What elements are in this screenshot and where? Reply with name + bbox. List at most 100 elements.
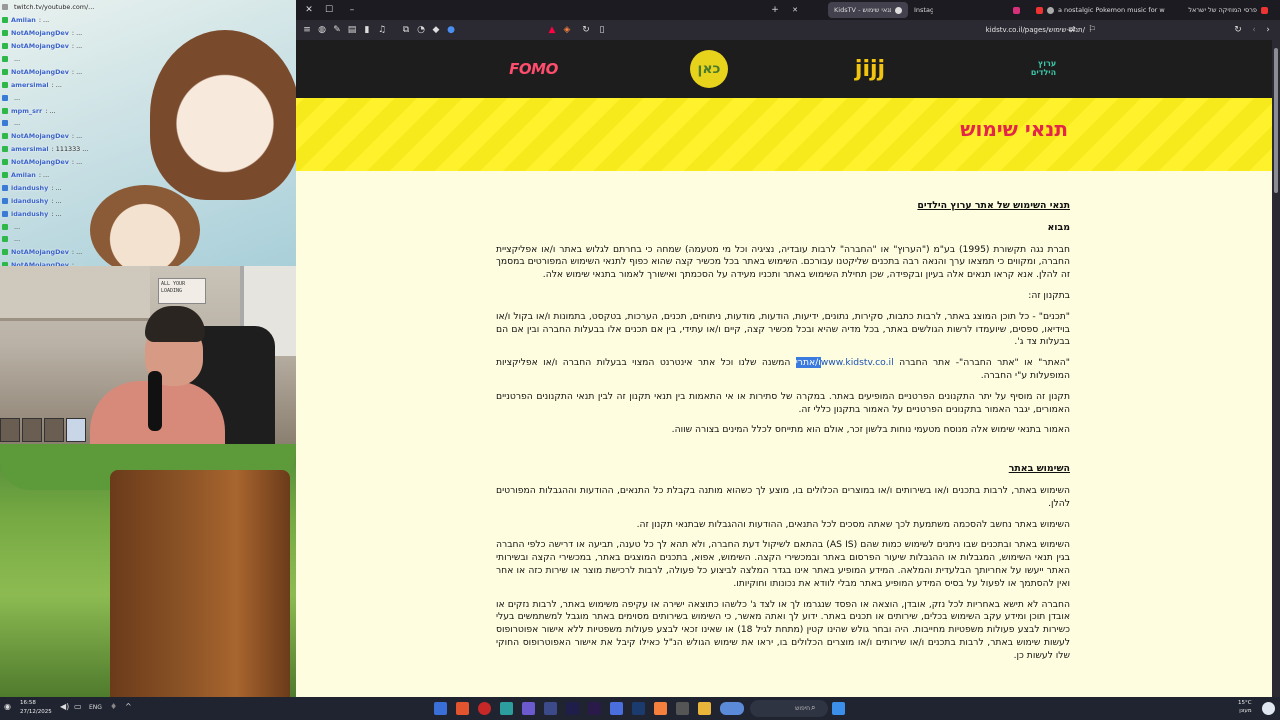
widget-icon[interactable] (720, 702, 744, 715)
chat-badge-icon (2, 184, 8, 191)
chat-username[interactable]: amersimal (11, 145, 49, 153)
chat-username[interactable]: NotAMojangDev (11, 132, 69, 140)
music-icon[interactable]: ♫ (376, 24, 388, 36)
clock-date: 27/12/2025 (20, 709, 52, 715)
forward-icon[interactable]: ‹ (1248, 24, 1260, 36)
chat-username[interactable]: idandushy (11, 210, 48, 218)
selected-text: ו/אתרי (795, 357, 821, 369)
chat-text: ... (14, 119, 21, 128)
translate-icon[interactable]: ⇄ (1066, 24, 1078, 36)
chat-message: ... (0, 117, 296, 130)
scrollbar-thumb[interactable] (1274, 48, 1278, 193)
network-icon[interactable]: ▭ (74, 702, 87, 715)
notification-icon[interactable]: ◉ (4, 702, 17, 715)
chat-username[interactable]: mpm_srr (11, 107, 42, 115)
chat-message: Amilan: ... (0, 169, 296, 182)
chat-username[interactable]: Amilan (11, 16, 36, 24)
tab-pokemon-music[interactable]: a nostalgic Pokemon music for w (1026, 2, 1176, 18)
app-icon[interactable] (500, 702, 513, 715)
chat-username[interactable]: NotAMojangDev (11, 248, 69, 256)
app-icon[interactable] (610, 702, 623, 715)
alert-icon[interactable]: ▲ (546, 24, 558, 36)
reload-icon[interactable]: ↻ (1232, 24, 1244, 36)
address-bar[interactable]: kidstv.co.il/pages/תנאי-שימוש/ (856, 23, 1091, 37)
chat-username[interactable]: idandushy (11, 197, 48, 205)
chat-badge-icon (2, 17, 8, 24)
chat-username[interactable]: Amilan (11, 171, 36, 179)
tab-israel-music-awards[interactable]: פרסי המוזיקה של ישראל 2025 | הבכורה... (1182, 2, 1274, 18)
chat-message: ... (0, 91, 296, 104)
chat-text: ... (14, 55, 21, 63)
app-icon[interactable] (522, 702, 535, 715)
kan-logo[interactable]: כאן (690, 50, 728, 88)
chat-username[interactable]: NotAMojangDev (11, 68, 69, 76)
chat-text: : ... (71, 42, 83, 51)
clipboard-icon[interactable]: ▯ (596, 24, 608, 36)
folder-icon[interactable] (698, 702, 711, 715)
app-icon[interactable] (544, 702, 557, 715)
chat-badge-icon (2, 4, 8, 11)
back-icon[interactable]: › (1262, 24, 1274, 36)
system-clock[interactable]: 16:58 27/12/2025 (20, 699, 52, 717)
chat-username[interactable]: amersimal (11, 81, 49, 89)
shield-icon[interactable]: ● (445, 24, 457, 36)
weather-icon (1262, 702, 1275, 715)
mic-icon[interactable]: ♦ (110, 702, 123, 715)
menu-icon[interactable]: ≡ (301, 24, 313, 36)
steam-icon[interactable] (632, 702, 645, 715)
close-tab-icon[interactable]: ✕ (788, 3, 802, 17)
paragraph: החברה לא תישא באחריות לכל נזק, אובדן, הו… (496, 598, 1070, 661)
chat-text: : ... (45, 106, 56, 115)
premiere-icon[interactable] (588, 702, 601, 715)
start-icon[interactable] (832, 702, 845, 715)
tab-title: פרסי המוזיקה של ישראל 2025 | הבכורה... (1188, 6, 1257, 14)
chat-username[interactable]: idandushy (11, 184, 48, 192)
thumbnail (66, 418, 86, 442)
paragraph: השימוש באתר, לרבות בתכנים ו/או בשירותים … (496, 484, 1070, 509)
youtube-icon (1036, 6, 1043, 14)
weather-widget[interactable]: 15°C מעונן (1238, 699, 1252, 715)
extension-icon[interactable]: ◍ (316, 24, 328, 36)
chat-message: idandushy: ... (0, 207, 296, 220)
brave-shield-icon[interactable]: ◈ (561, 24, 573, 36)
bookmark-icon[interactable]: ⚐ (1086, 24, 1098, 36)
chat-username[interactable]: NotAMojangDev (11, 158, 69, 166)
chat-username[interactable]: NotAMojangDev (11, 29, 69, 37)
maximize-window-icon[interactable]: ☐ (322, 3, 336, 17)
chat-message: ... (0, 53, 296, 66)
tray-chevron-icon[interactable]: ^ (125, 702, 138, 715)
chat-badge-icon (2, 30, 8, 37)
screenshot-icon[interactable]: ⧉ (400, 24, 412, 36)
new-tab-icon[interactable]: + (768, 3, 782, 17)
chat-username[interactable]: NotAMojangDev (11, 42, 69, 50)
jj-logo[interactable]: jijj (848, 50, 892, 88)
site-link[interactable]: www.kidstv.co.il (821, 357, 894, 368)
reload-alt-icon[interactable]: ↻ (580, 24, 592, 36)
pen-icon[interactable]: ✎ (331, 24, 343, 36)
chat-message: idandushy: ... (0, 194, 296, 207)
page-banner: תנאי שימוש (296, 98, 1272, 171)
minimize-window-icon[interactable]: – (345, 3, 359, 17)
chat-message: twitch.tv/youtube.com/... (0, 1, 296, 14)
store-icon[interactable] (676, 702, 689, 715)
chat-badge-icon (2, 120, 8, 127)
page-scrollbar[interactable] (1272, 40, 1280, 697)
webcam-lcd-display: ALL YOUR LOADING (158, 278, 206, 304)
app-icon[interactable] (456, 702, 469, 715)
reader-icon[interactable]: ▮ (361, 24, 373, 36)
tab-instagram[interactable]: Instagram (908, 2, 1026, 18)
brave-icon[interactable] (654, 702, 667, 715)
fomo-logo[interactable]: FOMO (506, 50, 561, 88)
arutz-hayeladim-logo[interactable]: ערוץ הילדים (1016, 50, 1071, 88)
tab-kidstv[interactable]: KidsTV - תנאי שימוש (828, 2, 908, 18)
app-icon[interactable] (434, 702, 447, 715)
language-indicator[interactable]: ENG (89, 704, 102, 711)
volume-icon[interactable]: ◀) (60, 702, 73, 715)
after-effects-icon[interactable] (566, 702, 579, 715)
sidebar-icon[interactable]: ▤ (346, 24, 358, 36)
diamond-icon[interactable]: ◆ (430, 24, 442, 36)
app-icon[interactable] (478, 702, 491, 715)
chat-message: NotAMojangDev: ... (0, 40, 296, 53)
close-window-icon[interactable]: ✕ (302, 3, 316, 17)
chat-icon[interactable]: ◔ (415, 24, 427, 36)
